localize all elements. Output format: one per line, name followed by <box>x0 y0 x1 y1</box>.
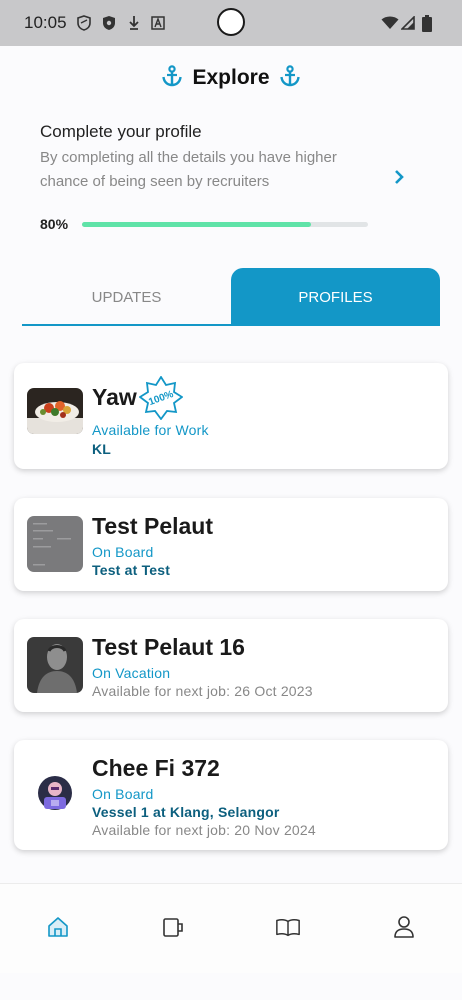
verified-badge: 100% <box>138 375 184 421</box>
profile-card[interactable]: Chee Fi 372 On Board Vessel 1 at Klang, … <box>14 740 448 850</box>
tab-profiles[interactable]: PROFILES <box>231 268 440 326</box>
profile-name: Test Pelaut <box>92 513 213 539</box>
profile-avatar <box>32 770 78 816</box>
mug-icon[interactable] <box>161 914 187 940</box>
profile-status: On Board <box>92 544 154 560</box>
tab-bar: UPDATES PROFILES <box>22 268 440 326</box>
camera-cutout <box>217 8 245 36</box>
profile-card[interactable]: Yaw 100% Available for Work KL <box>14 363 448 469</box>
download-icon <box>126 14 142 32</box>
shield-filled-icon <box>101 14 117 32</box>
signal-icon <box>400 14 416 32</box>
page-title: Explore <box>192 66 270 89</box>
font-a-icon <box>150 14 166 32</box>
anchor-icon <box>162 64 183 92</box>
profile-progress-bar <box>82 222 368 227</box>
profile-location: KL <box>92 441 112 457</box>
status-bar: 10:05 <box>0 0 462 46</box>
profile-name: Test Pelaut 16 <box>92 634 245 660</box>
profile-availability: Available for next job: 20 Nov 2024 <box>92 822 316 838</box>
profile-card[interactable]: Test Pelaut On Board Test at Test <box>14 498 448 591</box>
wifi-icon <box>380 14 400 32</box>
profile-status: On Vacation <box>92 665 171 681</box>
tab-updates[interactable]: UPDATES <box>22 268 231 326</box>
status-time: 10:05 <box>24 13 67 32</box>
shield-outline-icon <box>76 14 92 32</box>
profile-progress-fill <box>82 222 311 227</box>
page-header: Explore <box>0 58 462 98</box>
bottom-navigation <box>0 883 462 973</box>
profile-availability: Available for next job: 26 Oct 2023 <box>92 683 313 699</box>
complete-profile-title[interactable]: Complete your profile <box>40 122 202 142</box>
book-icon[interactable] <box>275 914 301 940</box>
profile-location: Vessel 1 at Klang, Selangor <box>92 804 280 820</box>
tab-underline <box>22 324 440 326</box>
app-screen: 10:05 Explore Complete your profile By c… <box>0 0 462 1000</box>
profile-card[interactable]: Test Pelaut 16 On Vacation Available for… <box>14 619 448 712</box>
progress-percentage: 80% <box>40 216 69 232</box>
profile-location: Test at Test <box>92 562 171 578</box>
profile-avatar <box>27 637 83 693</box>
profile-status: Available for Work <box>92 422 209 438</box>
profile-avatar <box>27 516 83 572</box>
profile-avatar <box>27 388 83 434</box>
profile-status: On Board <box>92 786 154 802</box>
battery-icon <box>421 14 433 32</box>
anchor-icon <box>279 64 300 92</box>
user-icon[interactable] <box>391 914 417 940</box>
complete-profile-description: By completing all the details you have h… <box>40 149 337 190</box>
profile-name: Chee Fi 372 <box>92 755 220 781</box>
home-icon[interactable] <box>45 914 71 940</box>
chevron-right-icon[interactable] <box>388 166 410 188</box>
gesture-area <box>0 973 462 1000</box>
profile-name: Yaw <box>92 384 137 410</box>
